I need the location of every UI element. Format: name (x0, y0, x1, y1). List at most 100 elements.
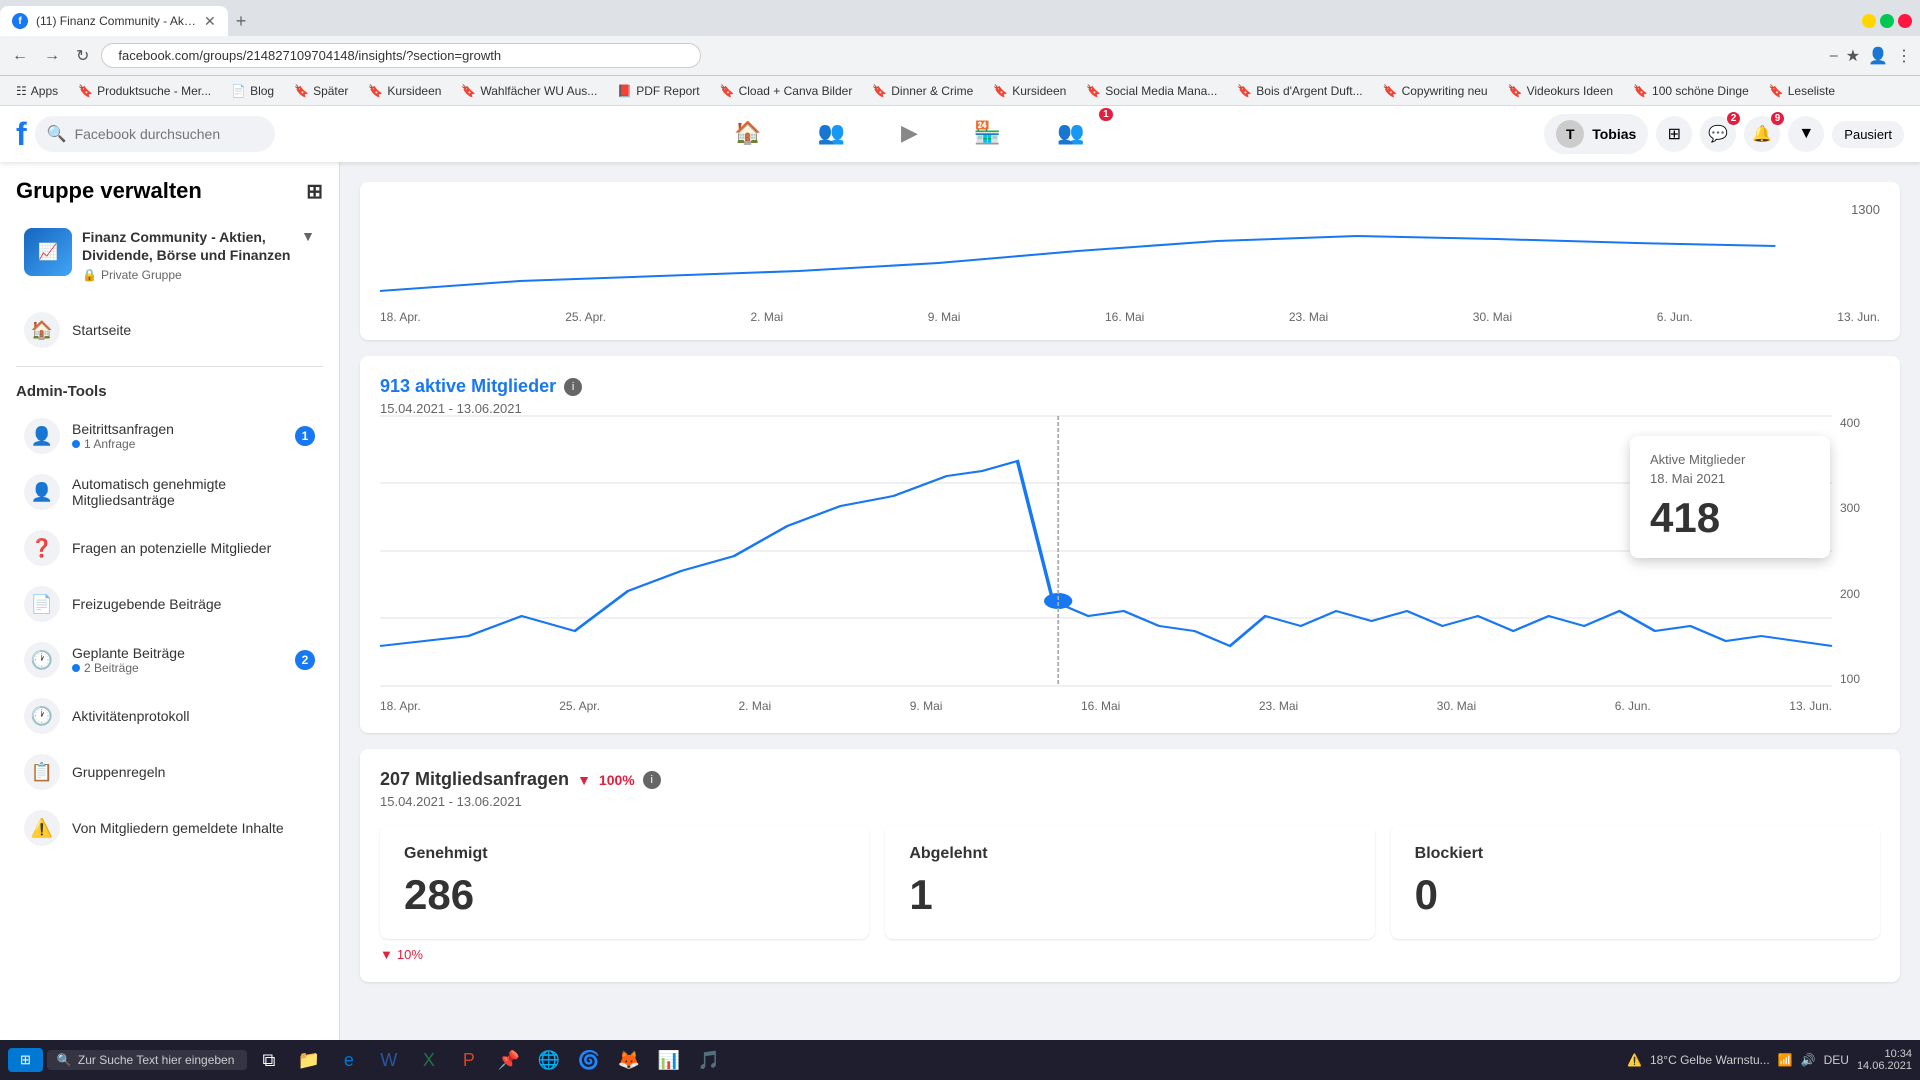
sidebar-title: Gruppe verwalten ⊞ (0, 178, 339, 216)
new-tab-button[interactable]: + (228, 11, 255, 32)
reload-button[interactable]: ↻ (72, 42, 93, 70)
top-chart-svg (380, 221, 1880, 301)
bookmark-100[interactable]: 🔖100 schöne Dinge (1625, 82, 1757, 100)
geplante-icon: 🕐 (24, 642, 60, 678)
search-input[interactable] (75, 126, 255, 142)
bookmark-canva[interactable]: 🔖Cload + Canva Bilder (712, 82, 861, 100)
top-chart-y-label: 1300 (1851, 202, 1880, 217)
bookmark-bois[interactable]: 🔖Bois d'Argent Duft... (1229, 82, 1370, 100)
start-button[interactable]: ⊞ (8, 1048, 43, 1072)
taskbar-powerpoint[interactable]: P (451, 1042, 487, 1078)
taskbar-app10[interactable]: 🎵 (691, 1042, 727, 1078)
taskbar-word[interactable]: W (371, 1042, 407, 1078)
bookmark-produktsuche[interactable]: 🔖Produktsuche - Mer... (70, 82, 219, 100)
sidebar-settings-icon[interactable]: ⊞ (306, 179, 323, 204)
sidebar-item-geplante[interactable]: 🕐 Geplante Beiträge 2 Beiträge 2 (8, 632, 331, 688)
sidebar-item-beitrittsanfragen[interactable]: 👤 Beitrittsanfragen 1 Anfrage 1 (8, 408, 331, 464)
nav-watch[interactable]: ▶ (877, 112, 942, 157)
y-label-200: 200 (1840, 587, 1880, 601)
fragen-icon: ❓ (24, 530, 60, 566)
paused-button[interactable]: Pausiert (1832, 121, 1904, 148)
bookmark-kursideen2[interactable]: 🔖Kursideen (985, 82, 1074, 100)
sidebar-item-gemeldet[interactable]: ⚠️ Von Mitgliedern gemeldete Inhalte (8, 800, 331, 856)
beitrittsanfragen-icon: 👤 (24, 418, 60, 454)
y-label-100: 100 (1840, 672, 1880, 686)
y-label-400: 400 (1840, 416, 1880, 430)
bookmark-kursideen1[interactable]: 🔖Kursideen (360, 82, 449, 100)
maximize-button[interactable] (1880, 14, 1894, 28)
tab-title: (11) Finanz Community - Aktien... (36, 14, 196, 28)
taskbar-edge[interactable]: e (331, 1042, 367, 1078)
bookmark-videokurs[interactable]: 🔖Videokurs Ideen (1500, 82, 1621, 100)
taskbar-app9[interactable]: 📊 (651, 1042, 687, 1078)
account-menu-button[interactable]: ▼ (1788, 116, 1824, 152)
taskbar-app8[interactable]: 🦊 (611, 1042, 647, 1078)
bookmark-wahlfächer[interactable]: 🔖Wahlfächer WU Aus... (453, 82, 605, 100)
forward-button[interactable]: → (40, 43, 64, 69)
nav-friends[interactable]: 👥 (794, 112, 869, 157)
beitrittsanfragen-sub: 1 Anfrage (72, 437, 283, 451)
close-button[interactable] (1898, 14, 1912, 28)
gemeldet-icon: ⚠️ (24, 810, 60, 846)
active-members-info-icon[interactable]: i (564, 378, 582, 396)
back-button[interactable]: ← (8, 43, 32, 69)
bookmark-apps[interactable]: ☷Apps (8, 82, 66, 100)
startseite-label: Startseite (72, 322, 315, 338)
group-dropdown-arrow[interactable]: ▼ (301, 228, 315, 244)
taskbar-chrome[interactable]: 🌀 (571, 1042, 607, 1078)
sidebar-item-aktivitäten[interactable]: 🕐 Aktivitätenprotokoll (8, 688, 331, 744)
bookmark-copywriting[interactable]: 🔖Copywriting neu (1375, 82, 1496, 100)
minimize-button[interactable] (1862, 14, 1876, 28)
taskbar-search[interactable]: 🔍 Zur Suche Text hier eingeben (47, 1050, 247, 1070)
taskbar-explorer[interactable]: 📁 (291, 1042, 327, 1078)
taskbar-app5[interactable]: 📌 (491, 1042, 527, 1078)
approved-label: Genehmigt (404, 845, 845, 863)
freizugebende-label: Freizugebende Beiträge (72, 596, 315, 612)
taskbar-app6[interactable]: 🌐 (531, 1042, 567, 1078)
nav-marketplace[interactable]: 🏪 (950, 112, 1025, 157)
active-tab[interactable]: f (11) Finanz Community - Aktien... ✕ (0, 6, 228, 36)
apps-icon-button[interactable]: ⊞ (1656, 116, 1692, 152)
volume-icon: 🔊 (1801, 1053, 1816, 1067)
y-label-300: 300 (1840, 501, 1880, 515)
nav-right: T Tobias ⊞ 💬 2 🔔 9 ▼ Pausiert (1544, 114, 1904, 154)
bookmark-dinner[interactable]: 🔖Dinner & Crime (864, 82, 981, 100)
profile-icon[interactable]: 👤 (1868, 46, 1888, 66)
main-content-area: Gruppe verwalten ⊞ 📈 Finanz Community - … (0, 162, 1920, 1080)
taskbar-taskview[interactable]: ⧉ (251, 1042, 287, 1078)
blocked-value: 0 (1415, 871, 1856, 919)
sidebar-item-freizugebende[interactable]: 📄 Freizugebende Beiträge (8, 576, 331, 632)
user-profile-button[interactable]: T Tobias (1544, 114, 1648, 154)
sidebar-item-automatisch[interactable]: 👤 Automatisch genehmigte Mitgliedsanträg… (8, 464, 331, 520)
search-bar[interactable]: 🔍 (35, 116, 275, 152)
menu-icon[interactable]: ⋮ (1896, 46, 1912, 66)
member-requests-info-icon[interactable]: i (643, 771, 661, 789)
bookmark-pdf[interactable]: 📕PDF Report (609, 82, 707, 100)
bookmark-leseliste[interactable]: 🔖Leseliste (1761, 82, 1843, 100)
bookmark-blog[interactable]: 📄Blog (223, 82, 282, 100)
bookmark-social[interactable]: 🔖Social Media Mana... (1078, 82, 1225, 100)
sidebar-item-fragen[interactable]: ❓ Fragen an potenzielle Mitglieder (8, 520, 331, 576)
percent-badge: 100% (599, 772, 635, 788)
close-tab-button[interactable]: ✕ (204, 13, 216, 30)
sidebar-item-startseite[interactable]: 🏠 Startseite (8, 302, 331, 358)
tab-bar: f (11) Finanz Community - Aktien... ✕ + (0, 0, 1920, 36)
bookmark-später[interactable]: 🔖Später (286, 82, 356, 100)
stat-change: ▼ 10% (380, 947, 1880, 962)
taskbar-excel[interactable]: X (411, 1042, 447, 1078)
startseite-icon: 🏠 (24, 312, 60, 348)
nav-home[interactable]: 🏠 (710, 112, 785, 157)
automatisch-icon: 👤 (24, 474, 60, 510)
sidebar-item-gruppenregeln[interactable]: 📋 Gruppenregeln (8, 744, 331, 800)
extensions-icon[interactable]: ⎯ (1830, 47, 1838, 65)
gruppenregeln-icon: 📋 (24, 754, 60, 790)
topnav: f 🔍 🏠 👥 ▶ 🏪 👥 1 T Tobias ⊞ 💬 2 (0, 106, 1920, 162)
address-input[interactable] (101, 43, 701, 68)
bookmark-star-icon[interactable]: ★ (1846, 46, 1860, 66)
nav-groups[interactable]: 👥 1 (1033, 112, 1108, 157)
group-info[interactable]: 📈 Finanz Community - Aktien, Dividende, … (8, 216, 331, 294)
groups-badge: 1 (1099, 108, 1113, 121)
bookmarks-bar: ☷Apps 🔖Produktsuche - Mer... 📄Blog 🔖Spät… (0, 76, 1920, 106)
notifications-icon-button[interactable]: 🔔 9 (1744, 116, 1780, 152)
messenger-icon-button[interactable]: 💬 2 (1700, 116, 1736, 152)
